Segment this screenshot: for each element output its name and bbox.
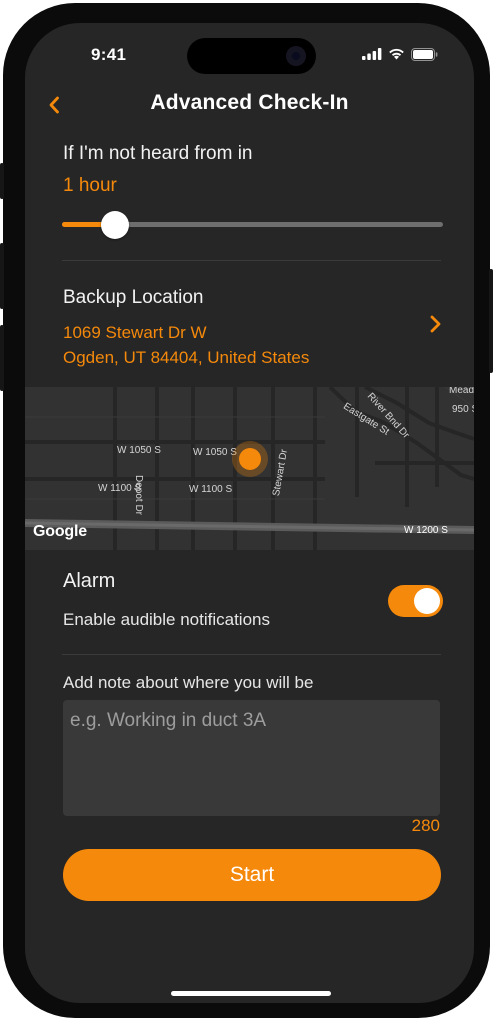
page-title: Advanced Check-In [150,91,349,114]
slider-thumb[interactable] [101,211,130,239]
timer-label: If I'm not heard from in [63,143,253,164]
divider [62,654,441,655]
divider [62,260,441,261]
timer-slider[interactable] [62,211,443,239]
home-indicator[interactable] [171,991,331,996]
map-label: W 1100 S [189,484,233,495]
backup-location-label: Backup Location [63,287,204,308]
status-icons [362,47,438,61]
backup-location-chevron[interactable] [428,313,444,335]
dynamic-island [187,38,316,74]
app-screen: 9:41 Advanced Check-In If I'm not heard … [25,23,474,1003]
map-label: W 1050 S [117,445,161,456]
battery-icon [411,47,438,61]
camera-icon [286,46,306,66]
address-line-1: 1069 Stewart Dr W [63,323,207,342]
location-map[interactable]: W 1050 S W 1050 S W 1100 S W 1100 S W 12… [25,387,474,550]
alarm-title: Alarm [63,570,116,592]
alarm-toggle[interactable] [388,585,443,617]
timer-value: 1 hour [63,175,117,196]
note-label: Add note about where you will be [63,673,314,692]
note-input[interactable] [63,700,440,816]
google-attribution: Google [33,523,87,540]
map-label: 950 S [452,404,474,415]
volume-down-button [0,325,4,391]
map-label: W 1200 S [404,525,448,536]
map-label: Meado [449,387,474,396]
start-button[interactable]: Start [63,849,441,901]
cellular-signal-icon [362,48,382,60]
phone-frame: 9:41 Advanced Check-In If I'm not heard … [0,3,493,1018]
chevron-right-icon [430,315,441,333]
address-line-2: Ogden, UT 84404, United States [63,348,310,367]
character-counter: 280 [411,816,440,835]
map-label: Depot Dr [133,475,144,516]
status-time: 9:41 [91,45,127,64]
power-button [489,269,493,373]
wifi-icon [389,48,404,60]
status-bar: 9:41 [25,23,474,77]
alarm-subtitle: Enable audible notifications [63,610,270,629]
map-label: W 1050 S [193,447,237,458]
toggle-knob [414,588,440,614]
volume-up-button [0,243,4,309]
action-button [0,163,4,199]
location-pin-icon [232,441,268,477]
backup-location-row[interactable]: Backup Location 1069 Stewart Dr W Ogden,… [25,277,474,377]
